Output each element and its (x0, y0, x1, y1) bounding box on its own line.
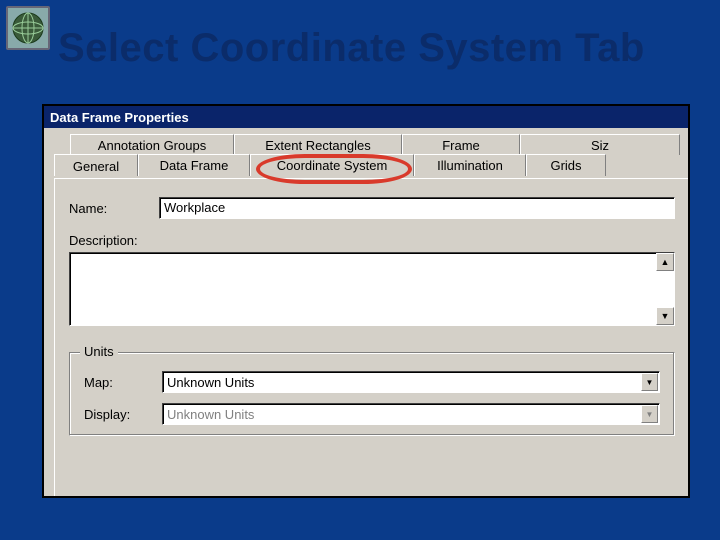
name-label: Name: (69, 201, 159, 216)
units-fieldset: Units Map: Unknown Units ▼ Display: Unkn… (69, 352, 675, 436)
scroll-down-button[interactable]: ▼ (656, 307, 674, 325)
name-input[interactable]: Workplace (159, 197, 675, 219)
scroll-up-button[interactable]: ▲ (656, 253, 674, 271)
chevron-down-icon: ▼ (646, 378, 654, 387)
map-units-row: Map: Unknown Units ▼ (84, 371, 660, 393)
tab-row-front: General Data Frame Coordinate System Ill… (44, 154, 688, 176)
tab-annotation-groups[interactable]: Annotation Groups (70, 134, 234, 155)
chevron-down-icon: ▼ (646, 410, 654, 419)
map-units-dropdown-button[interactable]: ▼ (641, 373, 658, 391)
map-units-value: Unknown Units (167, 375, 254, 390)
display-units-label: Display: (84, 407, 162, 422)
description-input[interactable] (69, 252, 675, 326)
tab-grids[interactable]: Grids (526, 154, 606, 176)
map-units-label: Map: (84, 375, 162, 390)
tab-illumination[interactable]: Illumination (414, 154, 526, 176)
description-label: Description: (69, 233, 159, 248)
display-units-row: Display: Unknown Units ▼ (84, 403, 660, 425)
tab-general[interactable]: General (54, 154, 138, 176)
tab-panel-general: Name: Workplace Description: ▲ ▼ Units M… (54, 178, 690, 498)
dialog-titlebar: Data Frame Properties (44, 106, 688, 128)
map-units-combo[interactable]: Unknown Units ▼ (162, 371, 660, 393)
tab-frame[interactable]: Frame (402, 134, 520, 155)
display-units-value: Unknown Units (167, 407, 254, 422)
tab-data-frame[interactable]: Data Frame (138, 154, 250, 176)
slide-title: Select Coordinate System Tab (58, 26, 710, 71)
dialog-window: Data Frame Properties Annotation Groups … (42, 104, 690, 498)
name-row: Name: Workplace (69, 197, 675, 219)
tab-coordinate-system[interactable]: Coordinate System (250, 154, 414, 176)
tab-extent-rectangles[interactable]: Extent Rectangles (234, 134, 402, 155)
units-legend: Units (80, 344, 118, 359)
description-wrap: ▲ ▼ (69, 252, 675, 326)
tab-row-back: Annotation Groups Extent Rectangles Fram… (44, 134, 688, 155)
dialog-body: Annotation Groups Extent Rectangles Fram… (44, 128, 688, 496)
display-units-dropdown-button: ▼ (641, 405, 658, 423)
tab-size[interactable]: Siz (520, 134, 680, 155)
display-units-combo: Unknown Units ▼ (162, 403, 660, 425)
globe-icon (6, 6, 50, 50)
dialog-title: Data Frame Properties (50, 110, 189, 125)
